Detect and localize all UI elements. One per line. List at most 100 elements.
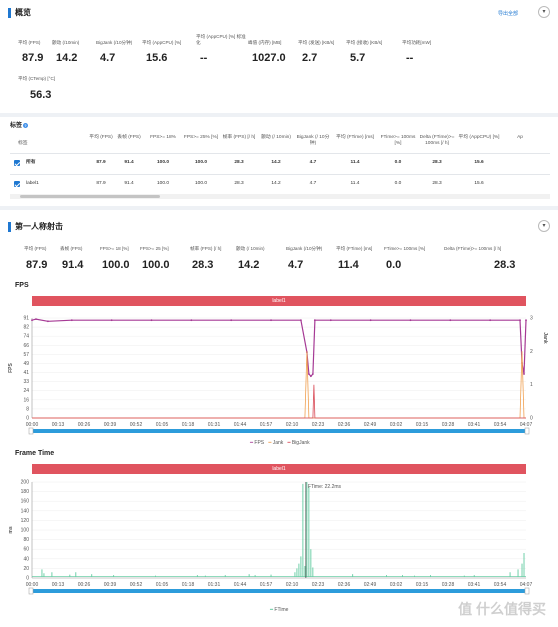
y-tick-label: 100 xyxy=(21,528,30,534)
scrollbar-thumb[interactable] xyxy=(20,195,160,198)
x-tick-label: 03:15 xyxy=(416,422,429,428)
x-tick-label: 03:28 xyxy=(442,582,455,588)
column-header[interactable]: Ap xyxy=(502,135,538,153)
chevron-down-icon: ▾ xyxy=(542,223,546,229)
x-tick-label: 02:36 xyxy=(338,582,351,588)
fps-point xyxy=(300,319,302,322)
legend-fps[interactable]: ━ FPS xyxy=(250,440,264,446)
column-header[interactable]: 丢帧 (FPS) xyxy=(114,135,144,153)
y-right-tick-label: 2 xyxy=(530,349,533,355)
y-tick-label: 160 xyxy=(21,499,30,505)
metric-label: BigJank (/10分钟) xyxy=(286,246,323,251)
table-cell: 0.0 xyxy=(394,160,402,165)
metric-value: 87.9 xyxy=(26,259,48,271)
x-tick-label: 01:44 xyxy=(234,582,247,588)
column-header[interactable]: 帧率 (FPS) [/ h] xyxy=(220,135,258,153)
y-tick-label: 49 xyxy=(23,361,29,367)
column-header[interactable]: FTime>= 100ms [%] xyxy=(378,135,418,153)
table-cell: 28.3 xyxy=(234,160,244,165)
metric-value: 14.2 xyxy=(238,259,260,271)
x-tick-label: 03:54 xyxy=(494,582,507,588)
fps-legend: ━ FPS ━ Jank ━ BigJank xyxy=(250,440,310,446)
column-header[interactable]: 平均 (FTime) [ms] xyxy=(332,135,378,153)
collapse-session-button[interactable]: ▾ xyxy=(538,220,550,232)
table-horizontal-scrollbar[interactable] xyxy=(10,194,550,199)
frametime-label-banner: label1 xyxy=(32,464,526,474)
y-tick-label: 0 xyxy=(26,416,29,422)
column-header[interactable]: FPS>= 25% [%] xyxy=(182,135,220,153)
x-tick-label: 00:26 xyxy=(78,422,91,428)
y-tick-label: 180 xyxy=(21,489,30,495)
metric-value: -- xyxy=(406,52,414,64)
row-checkbox[interactable] xyxy=(14,181,20,187)
y-tick-label: 74 xyxy=(23,334,29,340)
table-cell: 28.3 xyxy=(432,160,442,165)
column-header[interactable]: 标签 xyxy=(18,135,58,153)
y-tick-label: 16 xyxy=(23,397,29,403)
x-tick-label: 02:23 xyxy=(312,422,325,428)
column-header[interactable]: 颤动 (/ 10min) xyxy=(258,135,294,153)
table-cell: 15.6 xyxy=(474,160,484,165)
y-tick-label: 140 xyxy=(21,508,30,514)
session-title: 第一人称射击 xyxy=(8,222,63,232)
table-cell: 100.0 xyxy=(194,181,207,186)
table-row[interactable]: label1 87.9 91.4 100.0 100.0 28.3 14.2 4.7 11.4 0… xyxy=(10,174,550,192)
frametime-legend: ━ FTime xyxy=(270,607,288,613)
range-slider[interactable] xyxy=(32,589,526,593)
table-cell: 14.2 xyxy=(271,160,281,165)
table-row[interactable]: 所有 87.9 91.4 100.0 100.0 28.3 14.2 4.7 11.4 0.0 28… xyxy=(10,153,550,171)
range-handle-right[interactable] xyxy=(524,427,530,435)
x-tick-label: 02:10 xyxy=(286,582,299,588)
legend-ftime[interactable]: ━ FTime xyxy=(270,607,288,613)
column-header[interactable]: 平均 (AppCPU) [%] xyxy=(456,135,502,153)
row-label: label1 xyxy=(26,181,39,186)
metric-label: 峰值 (内存) [MB] xyxy=(248,40,282,45)
fps-point xyxy=(270,319,272,322)
column-header[interactable]: FPS>= 18% xyxy=(144,135,182,153)
fps-point xyxy=(230,319,233,322)
export-all-link[interactable]: 导出全部 xyxy=(498,10,518,17)
fps-point xyxy=(309,375,312,378)
series-line-fps xyxy=(31,318,527,378)
x-tick-label: 03:28 xyxy=(442,422,455,428)
y-tick-label: 33 xyxy=(23,379,29,385)
y-tick-label: 60 xyxy=(23,547,29,553)
metric-value: 28.3 xyxy=(192,259,214,271)
metric-value: 1027.0 xyxy=(252,52,286,64)
table-cell: 4.7 xyxy=(309,160,317,165)
metric-value: 4.7 xyxy=(100,52,116,64)
y-right-tick-label: 3 xyxy=(530,316,533,322)
chevron-down-icon: ▾ xyxy=(542,9,546,15)
x-tick-label: 00:52 xyxy=(130,582,143,588)
x-tick-label: 01:18 xyxy=(182,422,195,428)
column-header[interactable]: Delta (FTime)>= 100ms [/ h] xyxy=(418,135,456,153)
fps-point xyxy=(31,319,33,322)
help-icon[interactable]: ? xyxy=(23,122,29,128)
series-line-bigjank xyxy=(32,384,526,419)
range-handle-left[interactable] xyxy=(28,587,34,595)
y-tick-label: 41 xyxy=(23,370,29,376)
column-header[interactable]: BigJank (/ 10分钟) xyxy=(294,135,332,153)
row-label: 所有 xyxy=(26,160,36,165)
x-tick-label: 02:10 xyxy=(286,422,299,428)
table-cell: 15.6 xyxy=(474,181,484,186)
fps-chart[interactable]: 0 8 16 24 33 41 49 57 66 74 82 91 00:00 00:13 00:26 00:… xyxy=(0,306,558,456)
x-tick-label: 03:02 xyxy=(390,422,403,428)
legend-jank[interactable]: ━ Jank xyxy=(268,440,283,446)
x-tick-label: 00:00 xyxy=(26,422,39,428)
overview-title: 概览 xyxy=(8,8,31,18)
range-handle-right[interactable] xyxy=(524,587,530,595)
range-slider[interactable] xyxy=(32,429,526,433)
fps-point xyxy=(150,319,153,322)
column-header[interactable]: 平均 (FPS) xyxy=(88,135,114,153)
range-handle-left[interactable] xyxy=(28,427,34,435)
metric-label: 平均 (FTime) [ms] xyxy=(336,246,373,251)
row-checkbox[interactable] xyxy=(14,160,20,166)
x-tick-label: 02:36 xyxy=(338,422,351,428)
x-tick-label: 01:57 xyxy=(260,422,273,428)
fps-point xyxy=(190,319,193,322)
fps-point xyxy=(47,320,49,323)
frametime-chart[interactable]: 0 20 40 60 80 100 120 140 160 180 200 00:00 00:13 00:… xyxy=(0,474,558,609)
legend-bigjank[interactable]: ━ BigJank xyxy=(287,440,309,446)
collapse-overview-button[interactable]: ▾ xyxy=(538,6,550,18)
